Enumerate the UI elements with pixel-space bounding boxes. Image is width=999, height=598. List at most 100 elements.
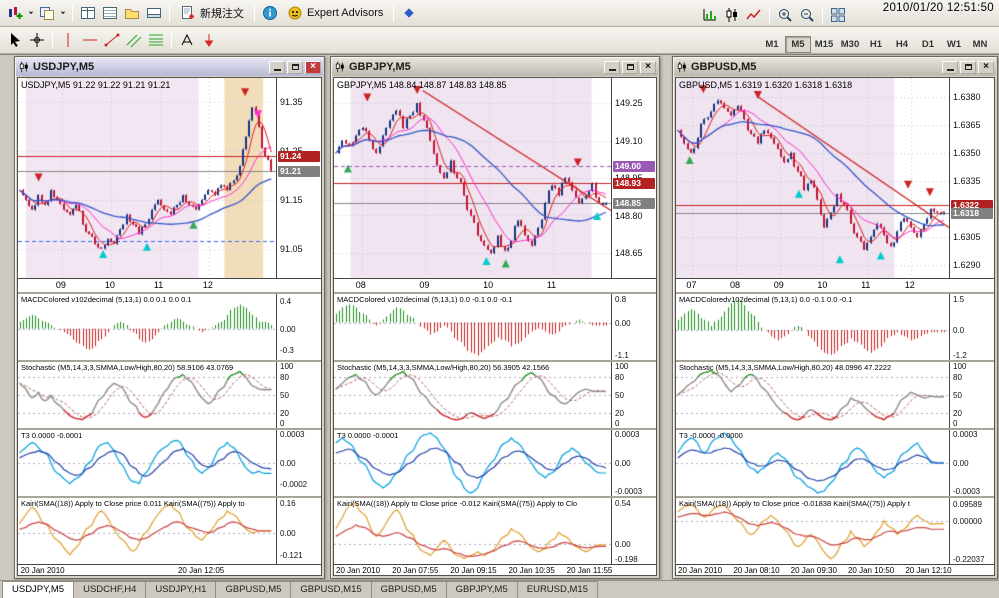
timeframe-M5[interactable]: M5 bbox=[785, 35, 811, 53]
bar-chart-button[interactable] bbox=[699, 4, 721, 26]
market-watch-icon bbox=[80, 5, 96, 21]
indicator-axis-label: -0.22037 bbox=[953, 554, 985, 564]
indicator-axis: 0.54 0.00 -0.198 bbox=[612, 498, 656, 564]
bottom-time-label: 20 Jan 10:35 bbox=[508, 566, 555, 575]
dropdown-arrow-icon[interactable] bbox=[58, 2, 68, 24]
timeframe-D1[interactable]: D1 bbox=[915, 36, 941, 53]
chart-window-icon bbox=[18, 61, 30, 73]
indicator-axis-label: 100 bbox=[953, 362, 967, 371]
bar-chart-icon bbox=[702, 7, 718, 23]
trendline-button[interactable] bbox=[101, 29, 123, 51]
bottom-time-label: 20 Jan 11:55 bbox=[566, 566, 613, 575]
profiles-button[interactable] bbox=[36, 2, 58, 24]
metaeditor-icon bbox=[401, 5, 417, 21]
time-axis-label: 11 bbox=[546, 280, 557, 290]
info-icon bbox=[262, 5, 278, 21]
timeframe-M1[interactable]: M1 bbox=[759, 36, 785, 53]
window-minimize-button[interactable] bbox=[269, 60, 285, 74]
timeframe-M15[interactable]: M15 bbox=[811, 36, 837, 53]
data-window-icon bbox=[102, 5, 118, 21]
window-titlebar[interactable]: GBPJPY,M5 × bbox=[332, 58, 658, 76]
cursor-icon bbox=[7, 32, 23, 48]
tab-EURUSDM15-7[interactable]: EURUSD,M15 bbox=[516, 581, 598, 598]
window-maximize-button[interactable] bbox=[622, 60, 638, 74]
indicator-label: Stochastic (M5,14,3,3,SMMA,Low/High,80,2… bbox=[679, 363, 892, 372]
window-maximize-button[interactable] bbox=[287, 60, 303, 74]
new-order-button[interactable]: 新規注文 bbox=[174, 2, 250, 24]
main-chart-row: GBPUSD,M5 1.6319 1.6320 1.6318 1.6318 1.6… bbox=[676, 78, 994, 278]
window-close-button[interactable]: × bbox=[640, 60, 656, 74]
market-watch-button[interactable] bbox=[77, 2, 99, 24]
arrows-tool-icon bbox=[201, 32, 217, 48]
timeframe-MN[interactable]: MN bbox=[967, 36, 993, 53]
tile-windows-button[interactable] bbox=[827, 4, 849, 26]
window-minimize-button[interactable] bbox=[942, 60, 958, 74]
info-button[interactable] bbox=[259, 2, 281, 24]
tab-GBPUSDM5-5[interactable]: GBPUSD,M5 bbox=[370, 581, 447, 598]
timeframe-H1[interactable]: H1 bbox=[863, 36, 889, 53]
price-tag: 148.93 bbox=[613, 178, 655, 189]
window-titlebar[interactable]: USDJPY,M5 × bbox=[16, 58, 323, 76]
tab-USDJPYM5-0[interactable]: USDJPY,M5 bbox=[2, 581, 75, 598]
window-close-button[interactable]: × bbox=[978, 60, 994, 74]
chart-tabbar: USDJPY,M5 USDCHF,H4 USDJPY,H1 GBPUSD,M5 GBPU… bbox=[0, 580, 999, 598]
indicator-axis-label: 80 bbox=[953, 373, 962, 383]
arrows-tool-button[interactable] bbox=[198, 29, 220, 51]
zoom-in-icon bbox=[777, 7, 793, 23]
tab-GBPUSDM15-4[interactable]: GBPUSD,M15 bbox=[290, 581, 372, 598]
indicator-axis: 0.0003 0.00 -0.0003 bbox=[612, 430, 656, 496]
indicator-label: MACDColoredv102decimal (5,13,1) 0.0 -0.1… bbox=[679, 295, 853, 304]
indicator-axis-label: -0.3 bbox=[280, 345, 294, 355]
indicator-axis-label: 0.00 bbox=[280, 324, 296, 334]
window-minimize-button[interactable] bbox=[604, 60, 620, 74]
dropdown-arrow-icon[interactable] bbox=[26, 2, 36, 24]
terminal-button[interactable] bbox=[143, 2, 165, 24]
zoom-out-icon bbox=[799, 7, 815, 23]
window-titlebar[interactable]: GBPUSD,M5 × bbox=[674, 58, 996, 76]
navigator-button[interactable] bbox=[121, 2, 143, 24]
fibonacci-button[interactable] bbox=[145, 29, 167, 51]
vline-icon bbox=[60, 32, 76, 48]
metaeditor-button[interactable] bbox=[398, 2, 420, 24]
bottom-time-row: 20 Jan 2010 20 Jan 08:10 20 Jan 09:30 20 Ja… bbox=[676, 564, 994, 575]
line-chart-button[interactable] bbox=[743, 4, 765, 26]
toolbar-separator bbox=[769, 6, 770, 24]
vline-button[interactable] bbox=[57, 29, 79, 51]
window-maximize-button[interactable] bbox=[960, 60, 976, 74]
toolbar-top-right bbox=[699, 2, 849, 28]
channel-button[interactable] bbox=[123, 29, 145, 51]
new-chart-button[interactable] bbox=[4, 2, 26, 24]
tab-USDCHFH4-1[interactable]: USDCHF,H4 bbox=[73, 581, 147, 598]
price-tag: 1.6318 bbox=[951, 207, 993, 219]
main-chart-canvas[interactable] bbox=[18, 78, 276, 278]
window-close-button[interactable]: × bbox=[305, 60, 321, 74]
zoom-out-button[interactable] bbox=[796, 4, 818, 26]
bottom-time-label: 20 Jan 2010 bbox=[20, 566, 65, 575]
main-chart-canvas[interactable] bbox=[334, 78, 611, 278]
timeframe-H4[interactable]: H4 bbox=[889, 36, 915, 53]
zoom-in-button[interactable] bbox=[774, 4, 796, 26]
candle-chart-button[interactable] bbox=[721, 4, 743, 26]
tab-GBPJPYM5-6[interactable]: GBPJPY,M5 bbox=[445, 581, 518, 598]
trendline-icon bbox=[104, 32, 120, 48]
data-window-button[interactable] bbox=[99, 2, 121, 24]
navigator-icon bbox=[124, 5, 140, 21]
price-axis-label: 91.35 bbox=[280, 97, 303, 108]
indicator-label: MACDColored v102decimal (5,13,1) 0.0 0.1… bbox=[21, 295, 192, 304]
tab-GBPUSDM5-3[interactable]: GBPUSD,M5 bbox=[215, 581, 292, 598]
timeframe-M30[interactable]: M30 bbox=[837, 36, 863, 53]
crosshair-button[interactable] bbox=[26, 29, 48, 51]
indicator-label: Stochastic (M5,14,3,3,SMMA,Low/High,80,2… bbox=[337, 363, 550, 372]
window-title: USDJPY,M5 bbox=[33, 61, 95, 73]
crosshair-icon bbox=[29, 32, 45, 48]
tab-USDJPYH1-2[interactable]: USDJPY,H1 bbox=[145, 581, 217, 598]
time-axis-label: 10 bbox=[104, 280, 115, 290]
timeframe-W1[interactable]: W1 bbox=[941, 36, 967, 53]
main-chart-canvas[interactable] bbox=[676, 78, 949, 278]
text-button[interactable] bbox=[176, 29, 198, 51]
expert-advisors-button[interactable]: Expert Advisors bbox=[281, 2, 389, 24]
indicator-panel: Kairi(SMA((18)) Apply to Close price -0.… bbox=[676, 496, 994, 564]
hline-button[interactable] bbox=[79, 29, 101, 51]
cursor-button[interactable] bbox=[4, 29, 26, 51]
tile-windows-icon bbox=[830, 7, 846, 23]
